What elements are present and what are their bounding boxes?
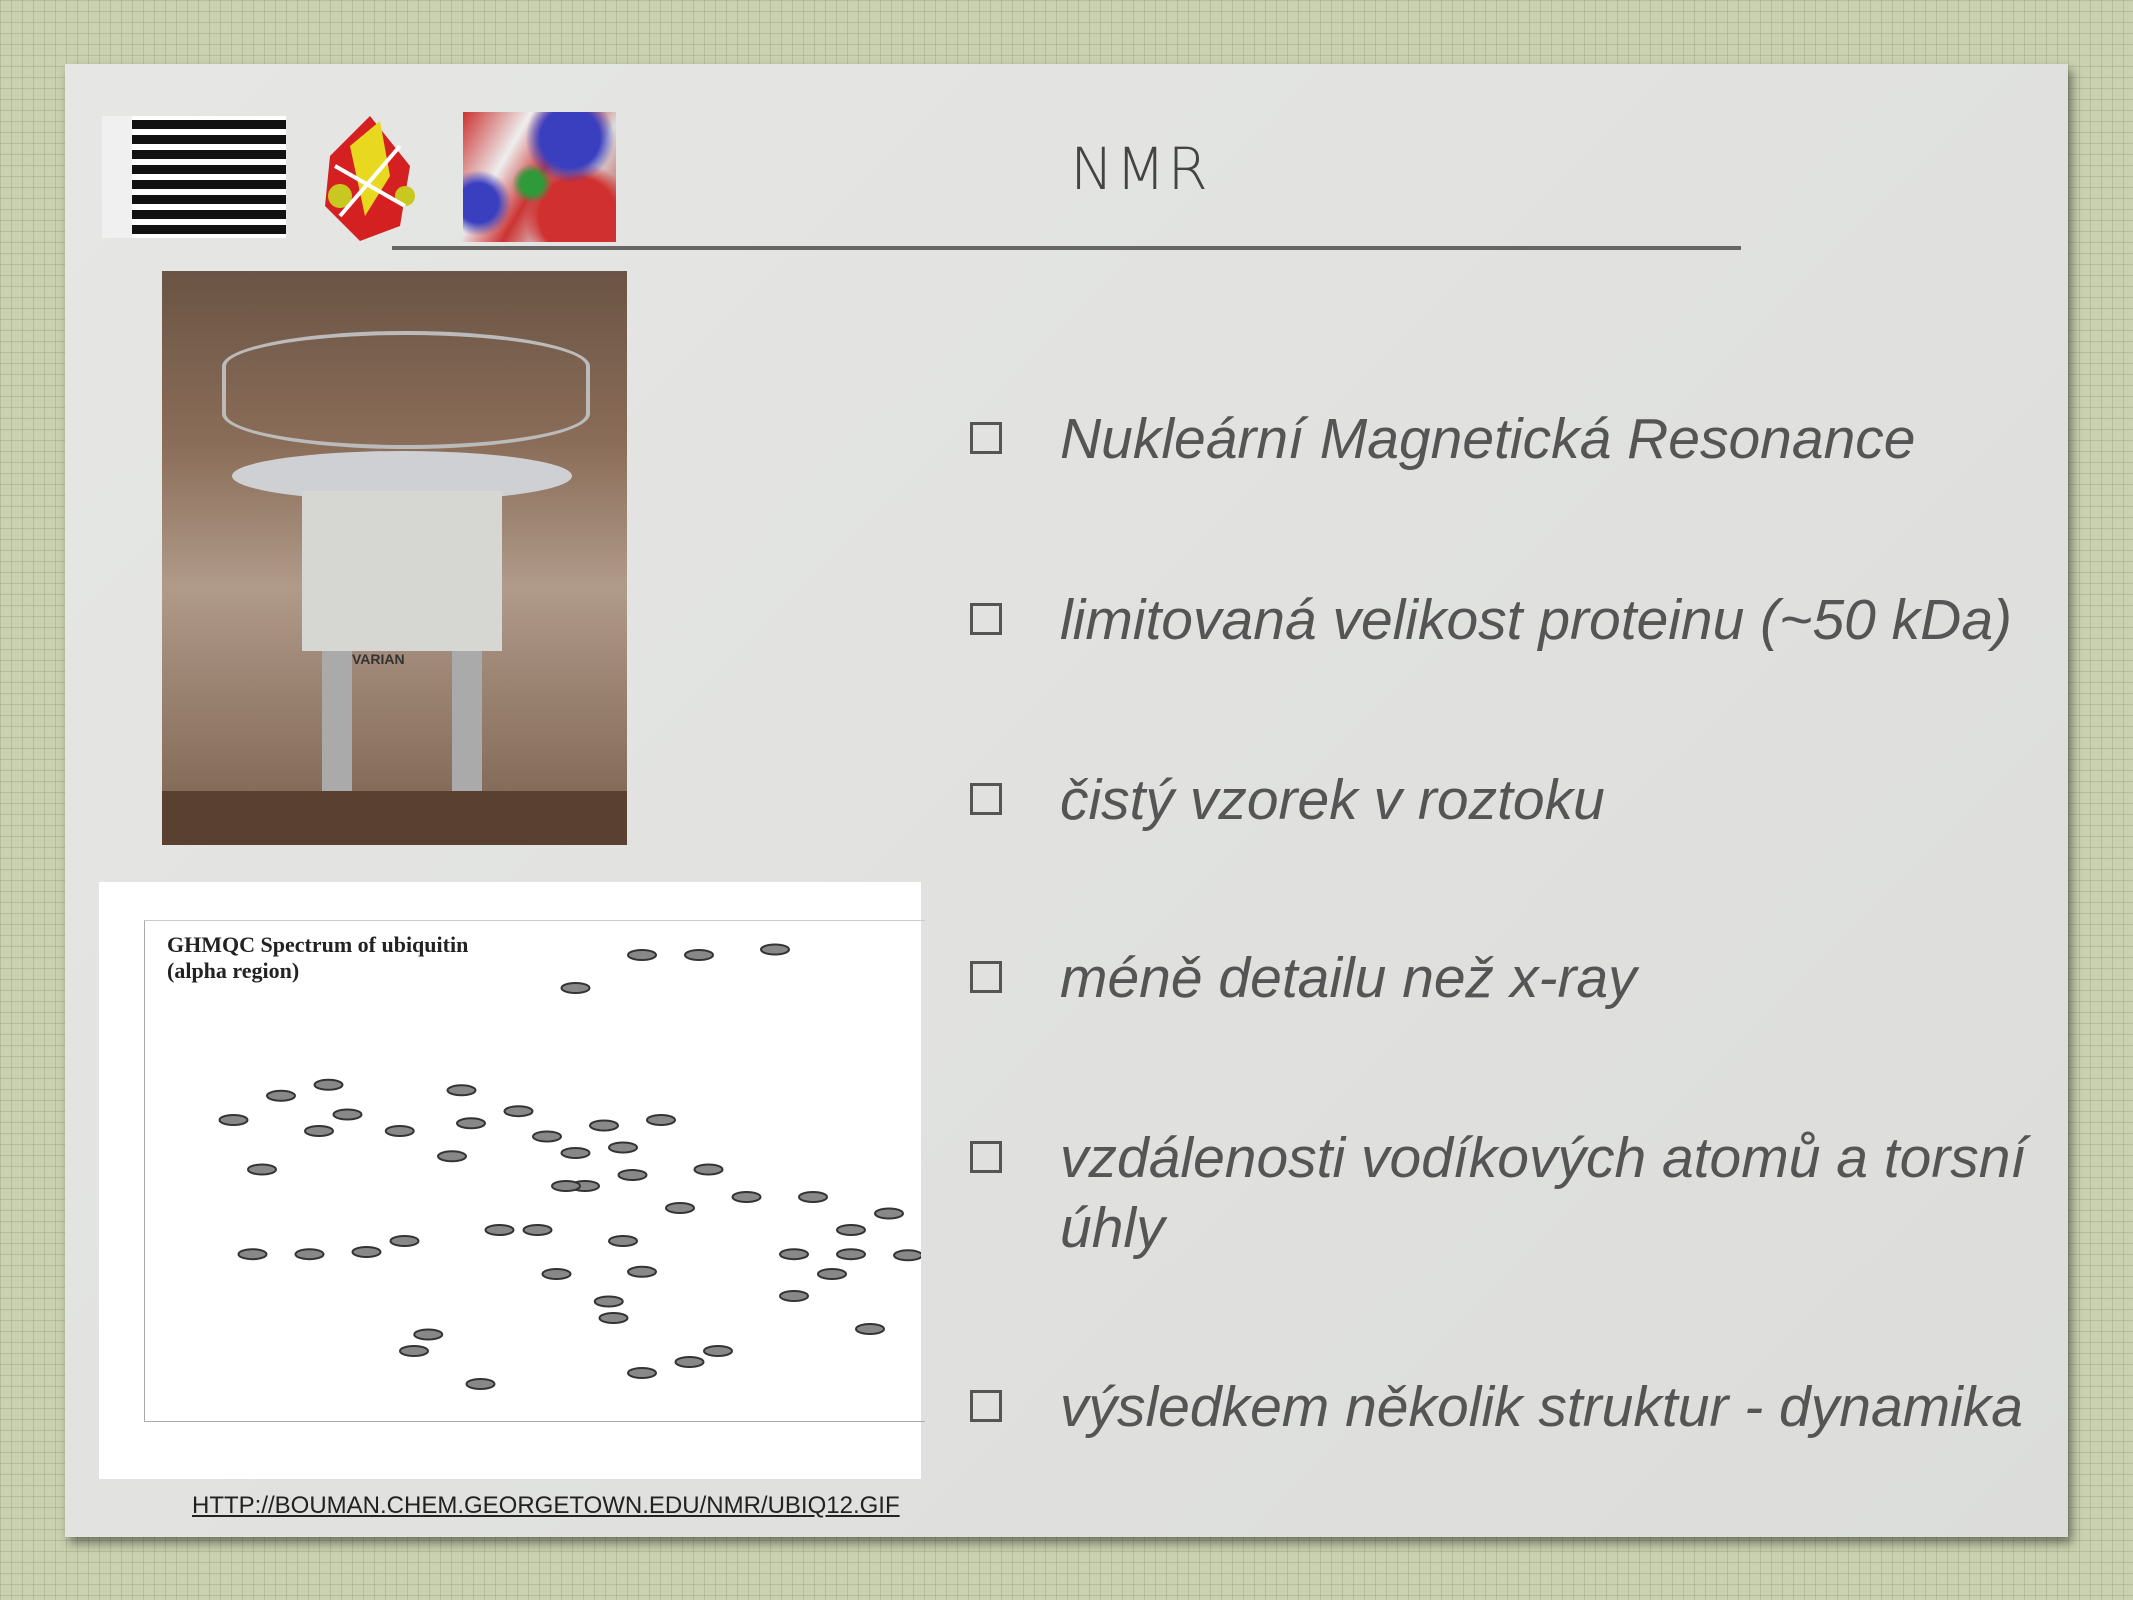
checkbox-icon (970, 783, 1002, 815)
spectrum-peak (646, 1114, 676, 1126)
protein-ribbon-image (325, 116, 415, 241)
spectrum-peak (332, 1108, 363, 1121)
spectrum-peak (798, 1191, 828, 1203)
varian-label: VARIAN (352, 651, 405, 667)
spectrum-peak (484, 1224, 515, 1236)
spectrum-peak (465, 1378, 496, 1390)
spectrum-peak (817, 1268, 847, 1280)
spectrum-peak (532, 1130, 562, 1143)
spectrum-peak (703, 1345, 733, 1357)
spectrum-peak (247, 1163, 277, 1176)
spectrum-peak (627, 1367, 657, 1379)
spectrum-peak (874, 1207, 904, 1220)
spectrum-peak (836, 1224, 866, 1236)
spectrum-peak (266, 1089, 296, 1102)
spectrum-peak (218, 1114, 249, 1126)
spectrum-peak (384, 1125, 415, 1137)
spectrum-peak (836, 1248, 866, 1261)
spectrum-peaks (218, 943, 921, 1390)
spectrum-peak (608, 1235, 638, 1247)
nmr-spectrometer-photo: VARIAN (162, 271, 627, 845)
spectrum-peak (779, 1290, 809, 1302)
ghmqc-spectrum-image: GHMQC Spectrum of ubiquitin (alpha regio… (99, 882, 925, 1479)
spectrum-peak (593, 1295, 624, 1308)
spectrum-peak (413, 1328, 444, 1341)
spectrum-peak (731, 1191, 762, 1203)
spectrum-peak (617, 1169, 648, 1181)
spectrum-peak (674, 1356, 705, 1368)
spectrum-peak (304, 1125, 334, 1137)
spectrum-peak (437, 1150, 467, 1163)
spectrum-peak (560, 1147, 591, 1159)
spectrum-peak (351, 1246, 382, 1258)
spectrum-peak (399, 1345, 429, 1357)
spectrum-peak (855, 1323, 885, 1335)
spectrum-peak (389, 1235, 420, 1247)
checkbox-icon (970, 603, 1002, 635)
title-underline (392, 246, 1741, 250)
spectrum-peak (608, 1141, 638, 1154)
spectrum-peak (294, 1248, 325, 1261)
spectrum-peak (779, 1248, 809, 1261)
spectrum-peak (627, 949, 657, 961)
spectrum-peak (893, 1249, 921, 1262)
checkbox-icon (970, 1141, 1002, 1173)
spectrum-peak (503, 1105, 534, 1118)
spectrum-peak (665, 1202, 695, 1214)
spectrum-peak (589, 1119, 619, 1132)
spectrum-peak (560, 982, 591, 994)
spectrum-peak (551, 1180, 581, 1192)
spectrum-peak (684, 949, 714, 961)
spectrum-peak (522, 1224, 553, 1236)
spectrum-peak (446, 1084, 477, 1097)
spectrum-peak (237, 1248, 268, 1261)
spectrum-peak (598, 1312, 629, 1324)
source-link[interactable]: HTTP://BOUMAN.CHEM.GEORGETOWN.EDU/NMR/UB… (192, 1492, 900, 1520)
spectrum-peak (313, 1078, 344, 1091)
checkbox-icon (970, 1390, 1002, 1422)
sequence-alignment-image (102, 116, 286, 238)
protein-surface-image (463, 112, 616, 242)
spectrum-peak (456, 1117, 486, 1130)
spectrum-peak (627, 1265, 657, 1278)
spectrum-peak (541, 1268, 572, 1280)
checkbox-icon (970, 422, 1002, 454)
spectrum-peak (693, 1163, 724, 1176)
spectrum-peak (760, 943, 790, 956)
checkbox-icon (970, 961, 1002, 993)
